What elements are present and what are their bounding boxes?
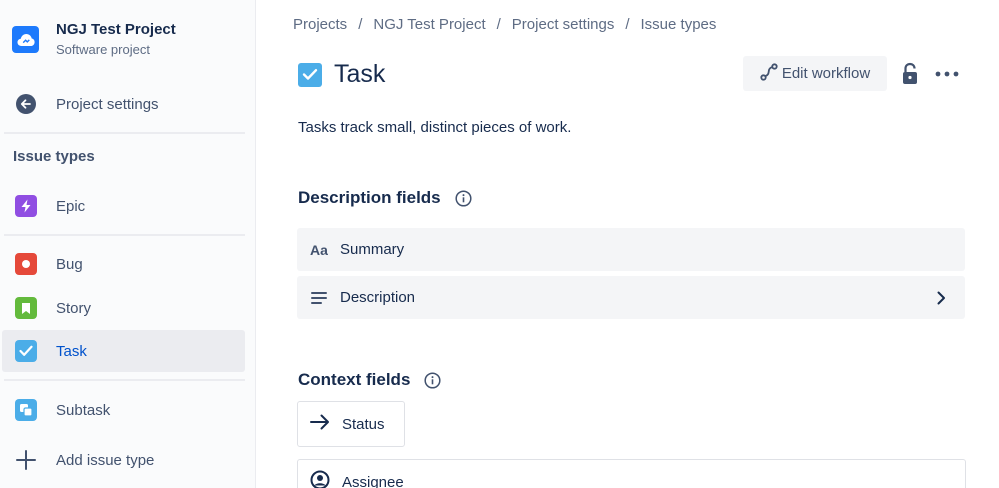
sidebar-item-story[interactable]: Story bbox=[2, 287, 245, 329]
divider bbox=[4, 234, 245, 236]
breadcrumb: Projects / NGJ Test Project / Project se… bbox=[293, 16, 716, 33]
breadcrumb-issue-types[interactable]: Issue types bbox=[641, 16, 717, 33]
page-title: Task bbox=[334, 60, 386, 88]
description-fields-heading: Description fields bbox=[298, 188, 472, 208]
project-name: NGJ Test Project bbox=[56, 21, 176, 38]
bookmark-icon bbox=[15, 297, 37, 319]
project-header[interactable]: NGJ Test Project Software project bbox=[12, 20, 176, 59]
info-icon[interactable] bbox=[424, 371, 441, 389]
user-icon bbox=[310, 470, 330, 488]
workflow-icon bbox=[760, 62, 778, 85]
breadcrumb-separator: / bbox=[496, 16, 501, 33]
sidebar-item-task[interactable]: Task bbox=[2, 330, 245, 372]
sidebar-item-label: Epic bbox=[56, 197, 86, 215]
page-header: Task bbox=[298, 60, 385, 89]
lock-icon[interactable] bbox=[899, 61, 921, 87]
arrow-left-circle-icon bbox=[14, 92, 38, 116]
sidebar-item-bug[interactable]: Bug bbox=[2, 243, 245, 285]
divider bbox=[4, 379, 245, 381]
back-label: Project settings bbox=[56, 95, 159, 113]
field-description[interactable]: Description bbox=[297, 276, 965, 319]
field-status[interactable]: Status bbox=[297, 401, 405, 447]
breadcrumb-separator: / bbox=[358, 16, 363, 33]
field-label: Summary bbox=[340, 241, 405, 258]
sidebar-item-subtask[interactable]: Subtask bbox=[2, 389, 245, 431]
breadcrumb-separator: / bbox=[625, 16, 630, 33]
edit-workflow-button[interactable]: Edit workflow bbox=[743, 56, 887, 91]
arrow-right-icon bbox=[310, 414, 330, 435]
main-content: Projects / NGJ Test Project / Project se… bbox=[256, 0, 999, 488]
divider bbox=[4, 132, 245, 134]
plus-icon bbox=[14, 448, 38, 472]
breadcrumb-projects[interactable]: Projects bbox=[293, 16, 347, 33]
issue-type-description: Tasks track small, distinct pieces of wo… bbox=[298, 119, 572, 136]
project-type: Software project bbox=[56, 42, 150, 57]
info-icon[interactable] bbox=[455, 189, 472, 207]
checkbox-icon bbox=[15, 340, 37, 362]
field-label: Description bbox=[340, 289, 416, 306]
back-to-project-settings[interactable]: Project settings bbox=[2, 83, 245, 125]
chevron-right-icon[interactable] bbox=[931, 288, 951, 308]
context-fields-title: Context fields bbox=[298, 370, 411, 389]
edit-workflow-label: Edit workflow bbox=[781, 65, 871, 82]
breadcrumb-project-settings[interactable]: Project settings bbox=[512, 16, 615, 33]
sidebar-item-epic[interactable]: Epic bbox=[2, 185, 245, 227]
field-label: Assignee bbox=[342, 473, 404, 488]
add-issue-type-button[interactable]: Add issue type bbox=[2, 439, 245, 481]
context-fields-heading: Context fields bbox=[298, 370, 441, 390]
sidebar-item-label: Subtask bbox=[56, 401, 111, 419]
bug-icon bbox=[15, 253, 37, 275]
field-assignee[interactable]: Assignee bbox=[297, 459, 966, 488]
sidebar-item-label: Story bbox=[56, 299, 92, 317]
description-fields-title: Description fields bbox=[298, 188, 441, 207]
field-label: Status bbox=[342, 415, 385, 433]
sidebar-item-label: Task bbox=[56, 342, 87, 360]
project-avatar bbox=[12, 26, 39, 53]
subtask-icon bbox=[15, 399, 37, 421]
section-label-issue-types: Issue types bbox=[13, 148, 95, 165]
field-summary[interactable]: Aa Summary bbox=[297, 228, 965, 271]
task-checkbox-icon bbox=[298, 62, 322, 87]
text-icon: Aa bbox=[310, 241, 328, 258]
lightning-icon bbox=[15, 195, 37, 217]
lines-icon bbox=[309, 288, 329, 308]
sidebar-item-label: Bug bbox=[56, 255, 83, 273]
more-actions-icon[interactable] bbox=[934, 62, 960, 86]
breadcrumb-project[interactable]: NGJ Test Project bbox=[373, 16, 485, 33]
sidebar: NGJ Test Project Software project Projec… bbox=[0, 0, 256, 488]
add-issue-type-label: Add issue type bbox=[56, 451, 155, 469]
